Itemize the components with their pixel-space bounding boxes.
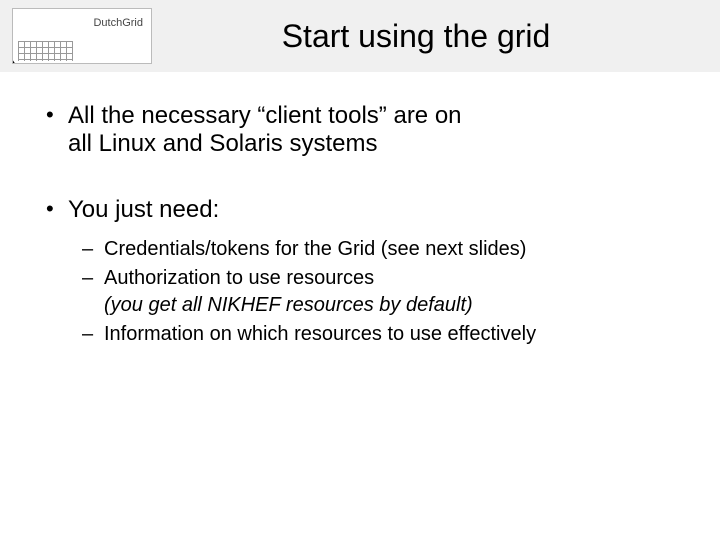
sub-bullet-text: Credentials/tokens for the Grid (see nex… bbox=[104, 238, 526, 260]
bullet-line1: You just need: bbox=[68, 196, 219, 223]
bullet-item: You just need: Credentials/tokens for th… bbox=[40, 196, 680, 348]
sub-bullet-list: Credentials/tokens for the Grid (see nex… bbox=[68, 236, 680, 348]
logo-curve bbox=[12, 8, 103, 64]
sub-bullet-item: Authorization to use resources (you get … bbox=[68, 265, 680, 319]
slide-header: DutchGrid Start using the grid bbox=[0, 0, 720, 72]
sub-bullet-item: Information on which resources to use ef… bbox=[68, 321, 680, 348]
logo-text: DutchGrid bbox=[93, 17, 143, 29]
logo: DutchGrid bbox=[12, 8, 152, 64]
sub-bullet-text: Information on which resources to use ef… bbox=[104, 323, 536, 345]
main-bullet-list: All the necessary “client tools” are on … bbox=[40, 102, 680, 348]
sub-bullet-detail: (you get all NIKHEF resources by default… bbox=[104, 292, 680, 319]
bullet-line1: All the necessary “client tools” are on bbox=[68, 102, 462, 129]
sub-bullet-item: Credentials/tokens for the Grid (see nex… bbox=[68, 236, 680, 263]
sub-bullet-text: Authorization to use resources bbox=[104, 267, 374, 289]
slide-title: Start using the grid bbox=[152, 18, 720, 55]
bullet-line2: all Linux and Solaris systems bbox=[68, 130, 680, 158]
slide-content: All the necessary “client tools” are on … bbox=[0, 72, 720, 348]
bullet-item: All the necessary “client tools” are on … bbox=[40, 102, 680, 158]
